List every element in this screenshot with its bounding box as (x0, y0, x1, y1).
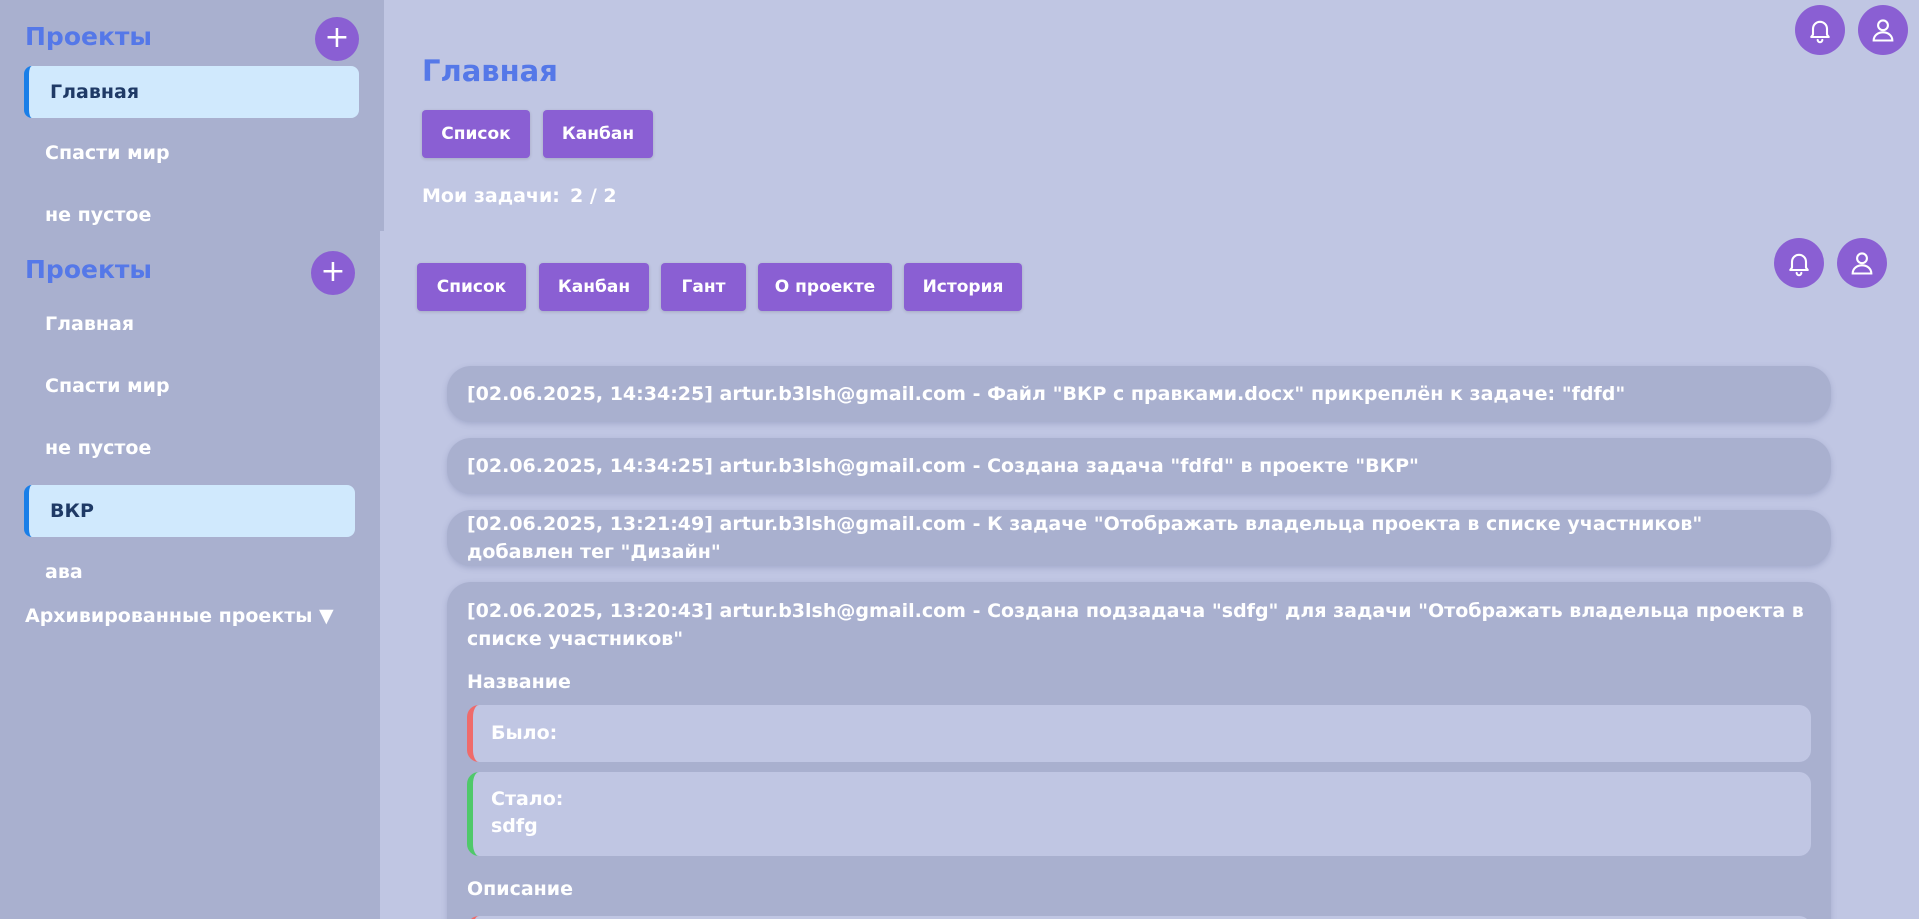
sidebar-bottom: Проекты + Главная Спасти мир не пустое В… (0, 231, 380, 919)
history-entry-text: [02.06.2025, 14:34:25] artur.b3lsh@gmail… (467, 455, 1419, 477)
diff-was-box: Было: (467, 705, 1811, 762)
user-icon (1851, 252, 1873, 275)
tab-list[interactable]: Список (417, 263, 526, 311)
history-entry-expanded: [02.06.2025, 13:20:43] artur.b3lsh@gmail… (447, 582, 1831, 919)
kanban-view-button[interactable]: Канбан (543, 110, 653, 158)
bell-icon (1810, 20, 1830, 44)
sidebar-item-not-empty[interactable]: не пустое (45, 437, 151, 459)
tab-history[interactable]: История (904, 263, 1022, 311)
sidebar-item-save-world[interactable]: Спасти мир (45, 375, 170, 397)
tab-kanban[interactable]: Канбан (539, 263, 649, 311)
my-tasks-label: Мои задачи: (422, 185, 560, 207)
sidebar-item-not-empty[interactable]: не пустое (45, 204, 151, 226)
page-title: Главная (422, 54, 558, 88)
tab-gantt[interactable]: Гант (661, 263, 746, 311)
profile-button[interactable] (1858, 5, 1908, 55)
bell-icon (1789, 253, 1809, 277)
sidebar-item-label: Главная (50, 81, 140, 103)
sidebar-top: Проекты + Главная Спасти мир не пустое (0, 0, 384, 231)
sidebar-item-label: ВКР (50, 500, 94, 522)
sidebar-item-main[interactable]: Главная (45, 313, 134, 335)
add-project-button[interactable]: + (311, 251, 355, 295)
field-description-heading: Описание (467, 878, 574, 900)
archived-projects-toggle[interactable]: Архивированные проекты ▼ (25, 605, 334, 627)
projects-heading: Проекты (25, 22, 153, 51)
list-view-button[interactable]: Список (422, 110, 530, 158)
notifications-button[interactable] (1774, 238, 1824, 288)
profile-button[interactable] (1837, 238, 1887, 288)
notifications-button[interactable] (1795, 5, 1845, 55)
sidebar-item-vkr[interactable]: ВКР (24, 485, 355, 537)
app-root: Проекты + Главная Спасти мир не пустое П… (0, 0, 1919, 919)
sidebar-item-main[interactable]: Главная (24, 66, 359, 118)
field-name-heading: Название (467, 671, 571, 693)
sidebar-item-save-world[interactable]: Спасти мир (45, 142, 170, 164)
history-entry: [02.06.2025, 13:21:49] artur.b3lsh@gmail… (447, 510, 1831, 566)
history-entry: [02.06.2025, 14:34:25] artur.b3lsh@gmail… (447, 438, 1831, 494)
user-icon (1872, 19, 1894, 42)
diff-now-label: Стало: (491, 788, 564, 810)
plus-icon: + (324, 20, 350, 55)
history-entry-text: [02.06.2025, 14:34:25] artur.b3lsh@gmail… (467, 383, 1626, 405)
my-tasks-count: 2 / 2 (570, 185, 617, 207)
history-entry-text: [02.06.2025, 13:20:43] artur.b3lsh@gmail… (467, 600, 1804, 650)
sidebar-item-ava[interactable]: ава (45, 561, 83, 583)
diff-was-label: Было: (491, 722, 558, 744)
history-entry-text: [02.06.2025, 13:21:49] artur.b3lsh@gmail… (467, 513, 1703, 563)
diff-now-box: Стало: sdfg (467, 772, 1811, 856)
projects-heading: Проекты (25, 255, 153, 284)
diff-now-value: sdfg (491, 815, 538, 837)
tab-about-project[interactable]: О проекте (758, 263, 892, 311)
add-project-button[interactable]: + (315, 17, 359, 61)
plus-icon: + (320, 254, 346, 289)
history-entry: [02.06.2025, 14:34:25] artur.b3lsh@gmail… (447, 366, 1831, 422)
